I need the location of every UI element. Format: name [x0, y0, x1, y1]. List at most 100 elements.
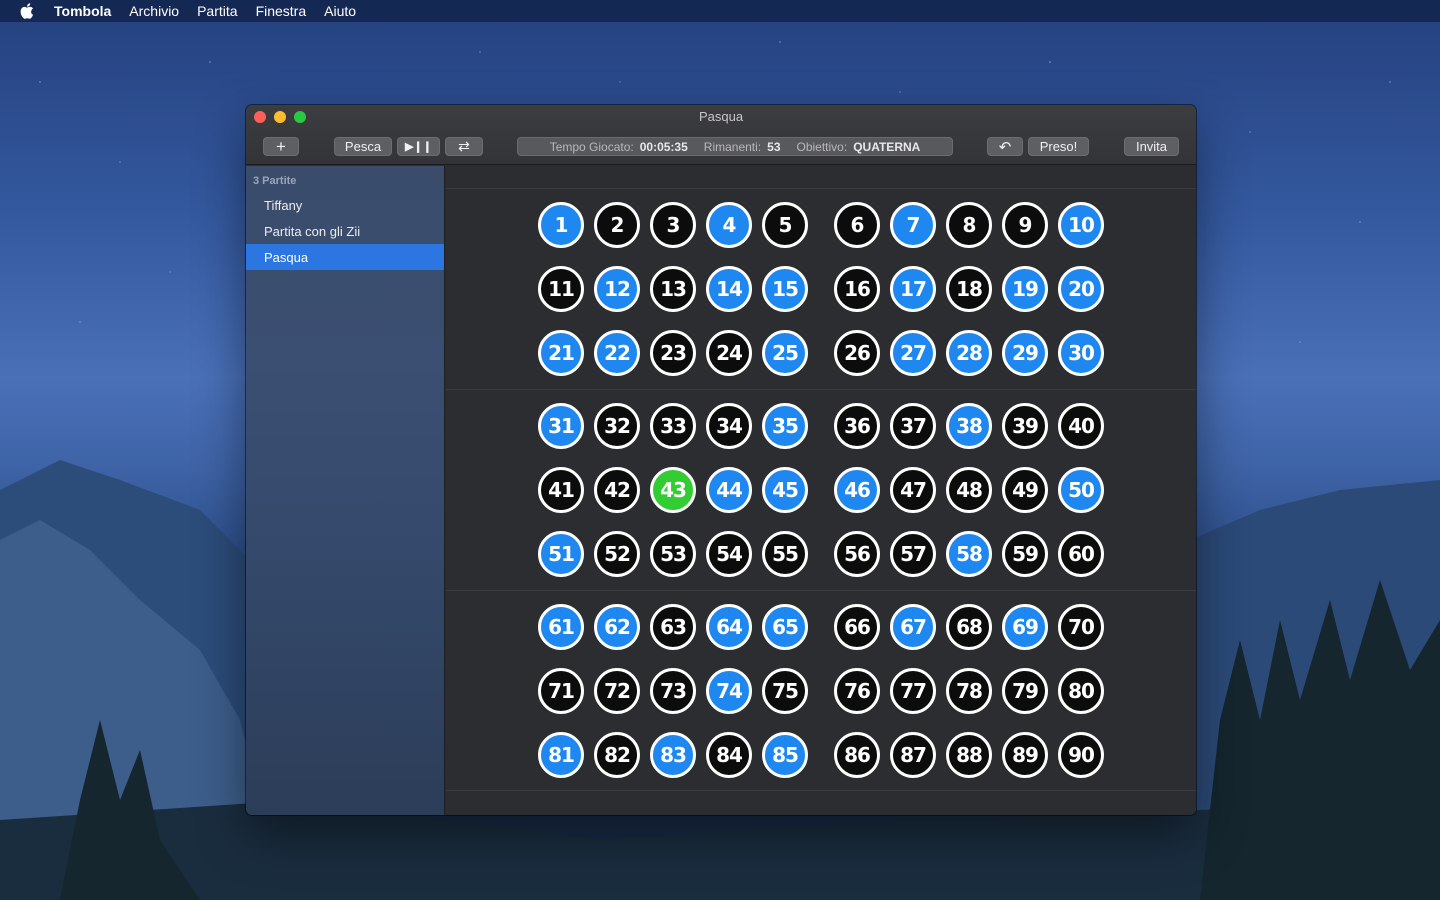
number-ball[interactable]: 65: [762, 604, 808, 650]
number-ball[interactable]: 74: [706, 668, 752, 714]
app-menu[interactable]: Tombola: [54, 3, 111, 19]
number-ball[interactable]: 23: [650, 330, 696, 376]
number-ball[interactable]: 28: [946, 330, 992, 376]
number-ball[interactable]: 24: [706, 330, 752, 376]
invita-button[interactable]: Invita: [1124, 137, 1179, 156]
number-ball[interactable]: 33: [650, 403, 696, 449]
number-ball[interactable]: 14: [706, 266, 752, 312]
sidebar-item-tiffany[interactable]: Tiffany: [246, 192, 444, 218]
number-ball[interactable]: 48: [946, 467, 992, 513]
number-ball[interactable]: 22: [594, 330, 640, 376]
number-ball[interactable]: 90: [1058, 732, 1104, 778]
number-ball[interactable]: 31: [538, 403, 584, 449]
number-ball[interactable]: 49: [1002, 467, 1048, 513]
number-ball[interactable]: 45: [762, 467, 808, 513]
number-ball[interactable]: 81: [538, 732, 584, 778]
number-ball[interactable]: 53: [650, 531, 696, 577]
number-ball[interactable]: 64: [706, 604, 752, 650]
number-ball[interactable]: 84: [706, 732, 752, 778]
number-ball[interactable]: 8: [946, 202, 992, 248]
number-ball[interactable]: 71: [538, 668, 584, 714]
number-ball[interactable]: 32: [594, 403, 640, 449]
repeat-button[interactable]: ⇄: [445, 137, 483, 156]
number-ball[interactable]: 42: [594, 467, 640, 513]
number-ball[interactable]: 4: [706, 202, 752, 248]
apple-menu-icon[interactable]: [0, 3, 54, 19]
number-ball[interactable]: 1: [538, 202, 584, 248]
number-ball[interactable]: 18: [946, 266, 992, 312]
number-ball[interactable]: 87: [890, 732, 936, 778]
number-ball[interactable]: 51: [538, 531, 584, 577]
preso-button[interactable]: Preso!: [1028, 137, 1089, 156]
number-ball[interactable]: 75: [762, 668, 808, 714]
number-ball[interactable]: 47: [890, 467, 936, 513]
number-ball[interactable]: 72: [594, 668, 640, 714]
number-ball[interactable]: 21: [538, 330, 584, 376]
number-ball[interactable]: 58: [946, 531, 992, 577]
undo-button[interactable]: ↶: [987, 137, 1023, 156]
number-ball[interactable]: 54: [706, 531, 752, 577]
number-ball[interactable]: 46: [834, 467, 880, 513]
number-ball[interactable]: 57: [890, 531, 936, 577]
number-ball[interactable]: 16: [834, 266, 880, 312]
number-ball[interactable]: 30: [1058, 330, 1104, 376]
number-ball[interactable]: 20: [1058, 266, 1104, 312]
number-ball[interactable]: 6: [834, 202, 880, 248]
number-ball[interactable]: 38: [946, 403, 992, 449]
sidebar-item-pasqua[interactable]: Pasqua: [246, 244, 444, 270]
number-ball[interactable]: 50: [1058, 467, 1104, 513]
number-ball[interactable]: 69: [1002, 604, 1048, 650]
number-ball[interactable]: 44: [706, 467, 752, 513]
pesca-button[interactable]: Pesca: [334, 137, 392, 156]
number-ball[interactable]: 89: [1002, 732, 1048, 778]
number-ball[interactable]: 62: [594, 604, 640, 650]
number-ball[interactable]: 70: [1058, 604, 1104, 650]
number-ball[interactable]: 36: [834, 403, 880, 449]
number-ball[interactable]: 52: [594, 531, 640, 577]
number-ball[interactable]: 76: [834, 668, 880, 714]
number-ball[interactable]: 80: [1058, 668, 1104, 714]
menu-finestra[interactable]: Finestra: [256, 3, 307, 19]
number-ball[interactable]: 9: [1002, 202, 1048, 248]
number-ball[interactable]: 19: [1002, 266, 1048, 312]
number-ball[interactable]: 66: [834, 604, 880, 650]
menu-partita[interactable]: Partita: [197, 3, 237, 19]
number-ball[interactable]: 67: [890, 604, 936, 650]
number-ball[interactable]: 85: [762, 732, 808, 778]
number-ball[interactable]: 63: [650, 604, 696, 650]
play-pause-button[interactable]: ▶︎❙❙: [397, 137, 440, 156]
number-ball[interactable]: 2: [594, 202, 640, 248]
number-ball[interactable]: 7: [890, 202, 936, 248]
number-ball[interactable]: 27: [890, 330, 936, 376]
number-ball[interactable]: 73: [650, 668, 696, 714]
number-ball[interactable]: 13: [650, 266, 696, 312]
menu-archivio[interactable]: Archivio: [129, 3, 179, 19]
number-ball[interactable]: 17: [890, 266, 936, 312]
number-ball[interactable]: 55: [762, 531, 808, 577]
number-ball[interactable]: 37: [890, 403, 936, 449]
number-ball[interactable]: 26: [834, 330, 880, 376]
number-ball[interactable]: 68: [946, 604, 992, 650]
number-ball[interactable]: 39: [1002, 403, 1048, 449]
number-ball[interactable]: 56: [834, 531, 880, 577]
number-ball[interactable]: 79: [1002, 668, 1048, 714]
number-ball[interactable]: 77: [890, 668, 936, 714]
number-ball[interactable]: 41: [538, 467, 584, 513]
number-ball[interactable]: 60: [1058, 531, 1104, 577]
number-ball[interactable]: 29: [1002, 330, 1048, 376]
menu-aiuto[interactable]: Aiuto: [324, 3, 356, 19]
number-ball[interactable]: 43: [650, 467, 696, 513]
number-ball[interactable]: 34: [706, 403, 752, 449]
number-ball[interactable]: 40: [1058, 403, 1104, 449]
add-game-button[interactable]: +: [263, 137, 299, 156]
number-ball[interactable]: 11: [538, 266, 584, 312]
number-ball[interactable]: 83: [650, 732, 696, 778]
number-ball[interactable]: 78: [946, 668, 992, 714]
number-ball[interactable]: 61: [538, 604, 584, 650]
number-ball[interactable]: 10: [1058, 202, 1104, 248]
number-ball[interactable]: 86: [834, 732, 880, 778]
number-ball[interactable]: 5: [762, 202, 808, 248]
number-ball[interactable]: 25: [762, 330, 808, 376]
number-ball[interactable]: 15: [762, 266, 808, 312]
number-ball[interactable]: 3: [650, 202, 696, 248]
